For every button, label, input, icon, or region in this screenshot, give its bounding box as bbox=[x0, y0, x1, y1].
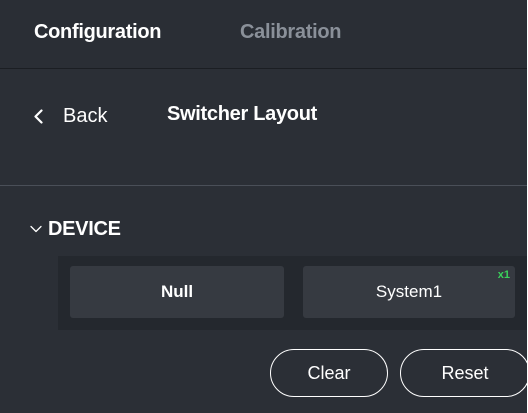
device-null-button[interactable]: Null bbox=[70, 266, 284, 318]
back-button[interactable]: Back bbox=[34, 103, 107, 129]
clear-button[interactable]: Clear bbox=[270, 349, 388, 397]
reset-button[interactable]: Reset bbox=[400, 349, 527, 397]
count-badge: x1 bbox=[497, 269, 510, 281]
tab-calibration[interactable]: Calibration bbox=[240, 21, 341, 44]
nav-header: Back Switcher Layout bbox=[0, 69, 527, 186]
chevron-left-icon bbox=[34, 108, 43, 124]
switcher-layout-screen: Configuration Calibration Back Switcher … bbox=[0, 0, 527, 413]
top-tab-bar: Configuration Calibration bbox=[0, 0, 527, 69]
device-list: Null System1 x1 bbox=[58, 256, 527, 330]
device-section-toggle[interactable]: DEVICE bbox=[30, 215, 121, 243]
section-title: DEVICE bbox=[48, 217, 121, 240]
chevron-down-icon bbox=[30, 225, 42, 233]
back-label: Back bbox=[63, 104, 108, 127]
device-system1-button[interactable]: System1 x1 bbox=[303, 266, 515, 318]
device-label: System1 bbox=[375, 282, 443, 301]
device-label: Null bbox=[160, 282, 194, 301]
tab-configuration[interactable]: Configuration bbox=[34, 21, 161, 44]
page-title: Switcher Layout bbox=[167, 103, 317, 125]
